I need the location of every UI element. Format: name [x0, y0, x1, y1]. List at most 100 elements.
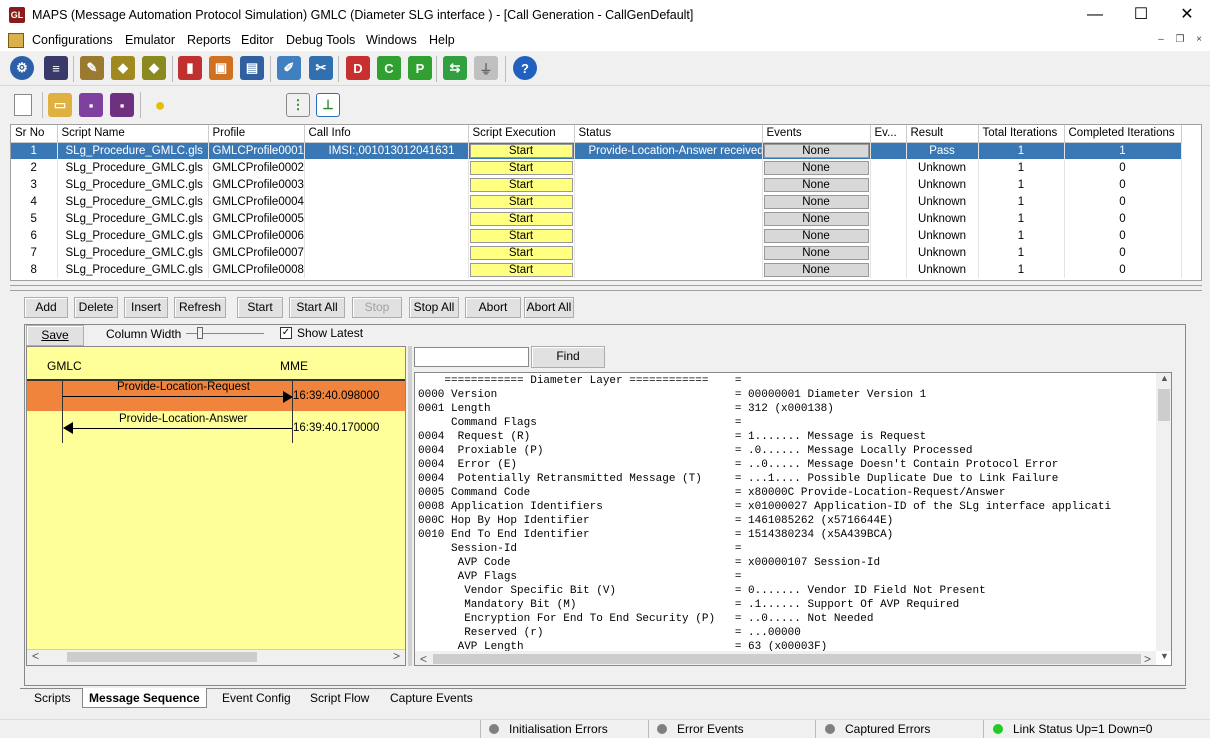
decode-line[interactable]: AVP Flags = [418, 570, 1156, 584]
start-script-button[interactable]: Start [469, 245, 573, 260]
column-header[interactable]: Status [574, 125, 763, 143]
mdi-document-icon[interactable] [8, 33, 24, 48]
cell-events[interactable]: None [762, 244, 871, 261]
script-list-icon[interactable]: ≡ [44, 56, 68, 80]
menu-reports[interactable]: Reports [187, 33, 231, 47]
find-input[interactable] [414, 347, 529, 367]
tools-icon[interactable]: ✂ [309, 56, 333, 80]
document-p-icon[interactable]: P [408, 56, 432, 80]
cell-events[interactable]: None [762, 210, 871, 227]
column-header[interactable]: Script Name [57, 125, 209, 143]
decode-line[interactable]: Encryption For End To End Security (P) =… [418, 612, 1156, 626]
start-script-button[interactable]: Start [469, 228, 573, 243]
events-none-button[interactable]: None [763, 228, 869, 243]
message-label-answer[interactable]: Provide-Location-Answer [119, 413, 247, 425]
start-all-button[interactable]: Start All [289, 297, 345, 318]
delete-button[interactable]: Delete [74, 297, 118, 318]
briefcase-icon[interactable]: ▣ [209, 56, 233, 80]
abort-all-button[interactable]: Abort All [524, 297, 574, 318]
menu-debug-tools[interactable]: Debug Tools [286, 33, 355, 47]
decode-line[interactable]: 0010 End To End Identifier = 1514380234 … [418, 528, 1156, 542]
decode-line[interactable]: 0001 Length = 312 (x000138) [418, 402, 1156, 416]
events-none-button[interactable]: None [763, 177, 869, 192]
column-header[interactable]: Result [906, 125, 979, 143]
cell-exec[interactable]: Start [468, 176, 575, 193]
cell-exec[interactable]: Start [468, 227, 575, 244]
decode-line[interactable]: AVP Code = x00000107 Session-Id [418, 556, 1156, 570]
minimize-button[interactable]: — [1072, 0, 1118, 30]
decode-line[interactable]: ============ Diameter Layer ============… [418, 374, 1156, 388]
find-button[interactable]: Find [531, 346, 605, 368]
sequence-scroll-thumb[interactable] [67, 652, 257, 662]
events-none-button[interactable]: None [763, 194, 869, 209]
maximize-button[interactable]: ☐ [1118, 0, 1164, 30]
column-header[interactable]: Profile [208, 125, 305, 143]
books-icon[interactable]: ▮ [178, 56, 202, 80]
table-row[interactable]: 6 SLg_Procedure_GMLC.gls GMLCProfile0006 St… [11, 227, 1182, 244]
decode-line[interactable]: 0004 Request (R) = 1....... Message is R… [418, 430, 1156, 444]
tab-event-config[interactable]: Event Config [216, 688, 297, 708]
scroll-up-icon[interactable]: ▲ [1160, 373, 1169, 383]
table-row[interactable]: 3 SLg_Procedure_GMLC.gls GMLCProfile0003 St… [11, 176, 1182, 193]
tab-script-flow[interactable]: Script Flow [304, 688, 375, 708]
scroll-down-icon[interactable]: ▼ [1160, 651, 1169, 661]
decode-line[interactable]: 0008 Application Identifiers = x01000027… [418, 500, 1156, 514]
menu-editor[interactable]: Editor [241, 33, 274, 47]
show-latest-checkbox[interactable]: ✓ [280, 327, 292, 339]
document-d-icon[interactable]: D [346, 56, 370, 80]
events-none-button[interactable]: None [763, 245, 869, 260]
mdi-restore-button[interactable]: ❐ [1172, 33, 1188, 47]
decode-line[interactable]: Vendor Specific Bit (V) = 0....... Vendo… [418, 584, 1156, 598]
table-row[interactable]: 8 SLg_Procedure_GMLC.gls GMLCProfile0008 St… [11, 261, 1182, 278]
decode-scroll-right-icon[interactable]: > [1144, 652, 1151, 665]
decode-line[interactable]: Reserved (r) = ...00000 [418, 626, 1156, 640]
decode-line[interactable]: 0005 Command Code = x80000C Provide-Loca… [418, 486, 1156, 500]
stop-all-button[interactable]: Stop All [409, 297, 459, 318]
add-button[interactable]: Add [24, 297, 68, 318]
cell-exec[interactable]: Start [468, 261, 575, 278]
events-none-button[interactable]: None [763, 211, 869, 226]
decode-scroll-left-icon[interactable]: < [420, 652, 427, 665]
menu-help[interactable]: Help [429, 33, 455, 47]
start-script-button[interactable]: Start [469, 160, 573, 175]
vertical-splitter[interactable] [408, 346, 412, 666]
help-icon[interactable]: ? [513, 56, 537, 80]
decode-vscroll-thumb[interactable] [1158, 389, 1170, 421]
decode-line[interactable]: Command Flags = [418, 416, 1156, 430]
connect-arrows-icon[interactable]: ⇆ [443, 56, 467, 80]
decode-line[interactable]: 000C Hop By Hop Identifier = 1461085262 … [418, 514, 1156, 528]
server-lock-icon[interactable]: ▤ [240, 56, 264, 80]
mdi-close-button[interactable]: × [1191, 33, 1207, 47]
cell-events[interactable]: None [762, 176, 871, 193]
start-script-button[interactable]: Start [469, 194, 573, 209]
column-header[interactable]: Ev... [870, 125, 907, 143]
cell-events[interactable]: None [762, 193, 871, 210]
scroll-left-icon[interactable]: < [32, 649, 39, 663]
edit-pencil-icon[interactable]: ✐ [277, 56, 301, 80]
cell-events[interactable]: None [762, 159, 871, 176]
start-button[interactable]: Start [237, 297, 283, 318]
tab-scripts[interactable]: Scripts [26, 688, 79, 708]
decode-line[interactable]: Mandatory Bit (M) = .1...... Support Of … [418, 598, 1156, 612]
table-row[interactable]: 2 SLg_Procedure_GMLC.gls GMLCProfile0002 St… [11, 159, 1182, 176]
start-script-button[interactable]: Start [469, 211, 573, 226]
script-editor-icon[interactable]: ✎ [80, 56, 104, 80]
cell-exec[interactable]: Start [468, 210, 575, 227]
tree-layout-icon[interactable]: ⊥ [316, 93, 340, 117]
cell-exec[interactable]: Start [468, 244, 575, 261]
events-none-button[interactable]: None [763, 143, 869, 158]
message-editor-icon[interactable]: ◆ [142, 56, 166, 80]
save-icon[interactable]: ▪ [79, 93, 103, 117]
open-folder-icon[interactable]: ▭ [48, 93, 72, 117]
save-sequence-button[interactable]: Save [26, 325, 84, 346]
column-width-slider-thumb[interactable] [197, 327, 203, 339]
save-as-icon[interactable]: ▪ [110, 93, 134, 117]
stop-button[interactable]: Stop [352, 297, 402, 318]
decode-line[interactable]: 0004 Error (E) = ..0..... Message Doesn'… [418, 458, 1156, 472]
menu-windows[interactable]: Windows [366, 33, 417, 47]
status-captured-errors[interactable]: Captured Errors [845, 722, 930, 736]
cell-exec[interactable]: Start [468, 193, 575, 210]
refresh-button[interactable]: Refresh [174, 297, 226, 318]
cell-exec[interactable]: Start [468, 142, 575, 159]
decode-line[interactable]: 0004 Potentially Retransmitted Message (… [418, 472, 1156, 486]
